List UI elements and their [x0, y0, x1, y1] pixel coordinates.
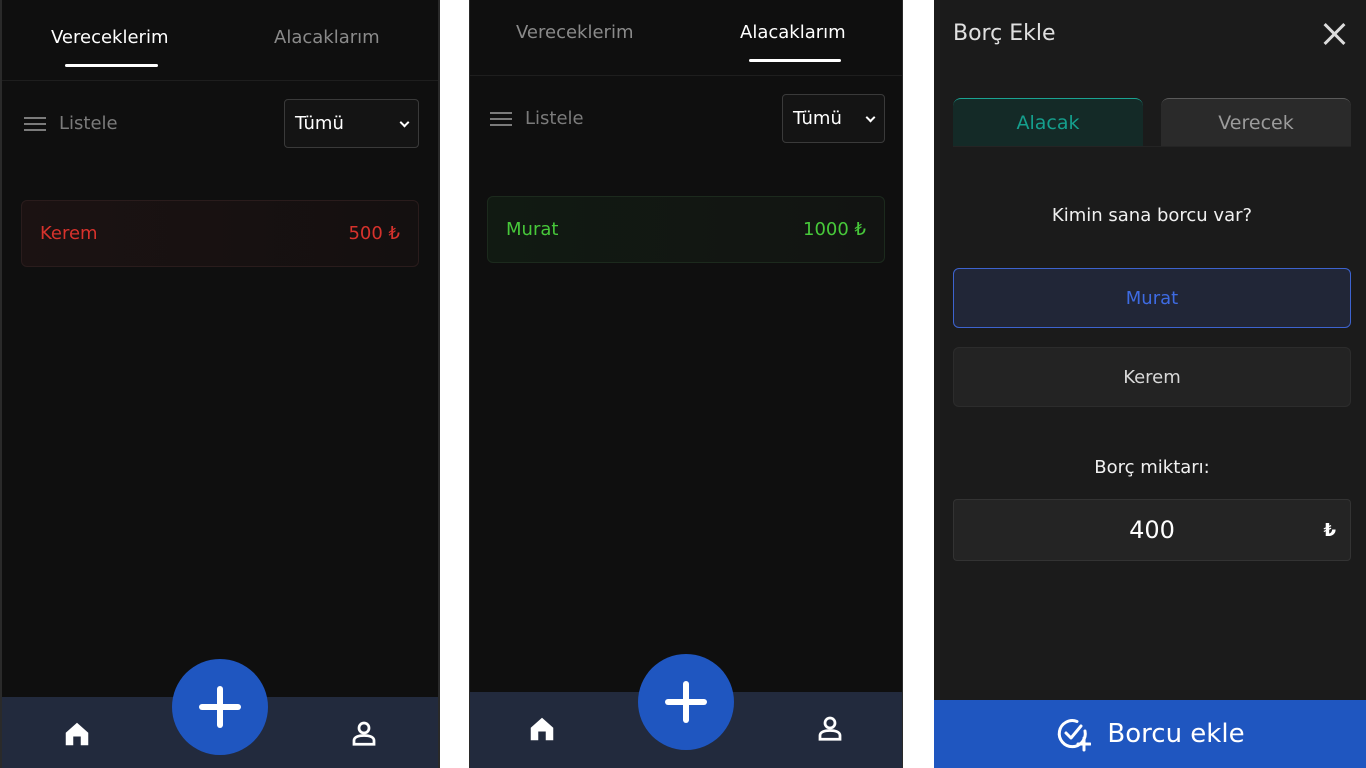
home-icon[interactable] — [62, 719, 92, 749]
chevron-down-icon — [865, 112, 876, 122]
tab-bar: Vereceklerim Alacaklarım — [2, 0, 438, 81]
person-option-murat[interactable]: Murat — [953, 268, 1351, 328]
amount-field[interactable]: ₺ — [953, 499, 1351, 561]
tab-alacaklarim[interactable]: Alacaklarım — [274, 27, 380, 48]
listele-label: Listele — [490, 108, 584, 129]
tab-alacak[interactable]: Alacak — [953, 98, 1143, 146]
entry-amount: 500 ₺ — [348, 223, 400, 244]
entry-amount: 1000 ₺ — [803, 219, 866, 240]
filter-select[interactable]: Tümü — [284, 99, 419, 148]
add-debt-button[interactable] — [638, 654, 734, 750]
list-item[interactable]: Kerem 500 ₺ — [21, 200, 419, 267]
tab-divider — [953, 146, 1351, 147]
listele-label: Listele — [24, 113, 118, 134]
amount-label: Borç miktarı: — [1094, 457, 1210, 478]
filter-value: Tümü — [295, 113, 344, 134]
add-debt-dialog: Borç Ekle Alacak Verecek Kimin sana borc… — [934, 0, 1366, 768]
active-tab-indicator — [749, 59, 841, 62]
entry-name: Kerem — [40, 223, 98, 244]
person-option-kerem[interactable]: Kerem — [953, 347, 1351, 407]
amount-input[interactable] — [954, 500, 1350, 560]
tab-alacaklarim[interactable]: Alacaklarım — [740, 22, 846, 43]
list-icon — [24, 116, 46, 131]
tab-vereceklerim[interactable]: Vereceklerim — [516, 22, 633, 43]
add-debt-button[interactable] — [172, 659, 268, 755]
currency-symbol: ₺ — [1323, 520, 1336, 541]
person-question: Kimin sana borcu var? — [1051, 205, 1253, 226]
filter-select[interactable]: Tümü — [782, 94, 885, 143]
list-icon — [490, 111, 512, 126]
filter-value: Tümü — [793, 108, 842, 129]
list-item[interactable]: Murat 1000 ₺ — [487, 196, 885, 263]
user-icon[interactable] — [349, 718, 379, 748]
close-icon[interactable] — [1323, 22, 1347, 46]
listele-text: Listele — [525, 108, 584, 129]
entry-name: Murat — [506, 219, 559, 240]
check-circle-plus-icon — [1058, 719, 1092, 752]
chevron-down-icon — [399, 117, 410, 127]
active-tab-indicator — [65, 64, 158, 67]
user-icon[interactable] — [815, 713, 845, 743]
submit-label: Borcu ekle — [1107, 719, 1245, 749]
home-icon[interactable] — [527, 714, 557, 744]
tab-verecek[interactable]: Verecek — [1161, 98, 1351, 146]
screen-vereceklerim: Vereceklerim Alacaklarım Listele Tümü Ke… — [0, 0, 440, 768]
tab-vereceklerim[interactable]: Vereceklerim — [51, 27, 168, 48]
screen-alacaklarim: Vereceklerim Alacaklarım Listele Tümü Mu… — [469, 0, 903, 768]
dialog-title: Borç Ekle — [953, 21, 1056, 46]
add-debt-submit-button[interactable]: Borcu ekle — [934, 700, 1366, 768]
tab-bar: Vereceklerim Alacaklarım — [470, 0, 902, 76]
listele-text: Listele — [59, 113, 118, 134]
